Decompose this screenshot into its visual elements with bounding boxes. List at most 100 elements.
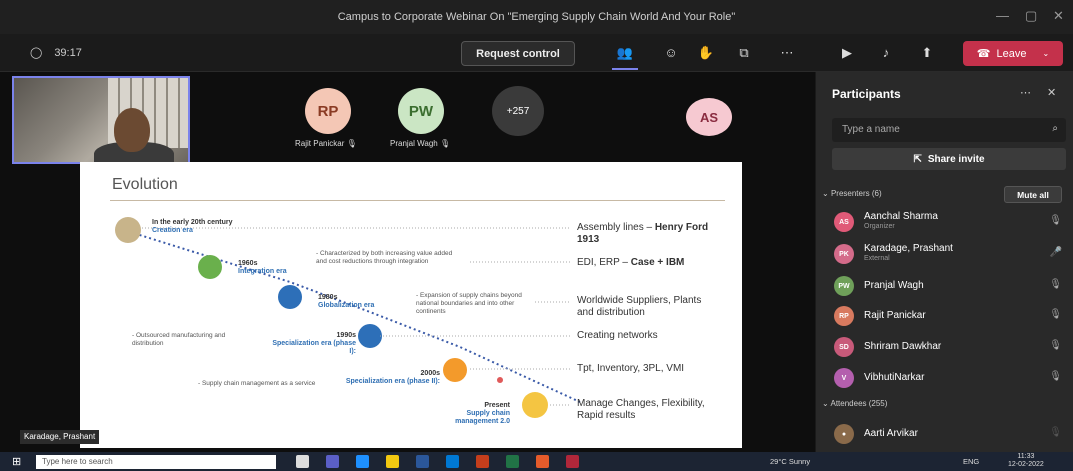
mic-off-icon[interactable]: 🎙 [1049, 279, 1062, 290]
meeting-stage: RP Rajit Panickar 🎙 PW Pranjal Wagh 🎙 +2… [0, 72, 815, 452]
era-globalization: 1980s Globalization era [318, 294, 375, 309]
mic-on-icon[interactable]: 🎤 [1050, 247, 1062, 258]
meeting-toolbar: ◯ 39:17 Request control 👥 ☺ ✋ ⧉ ⋯ ▶ ♪ ⬆ … [0, 34, 1073, 72]
milestone-assembly: Assembly lines – Henry Ford 1913 [577, 222, 709, 245]
milestone-worldwide: Worldwide Suppliers, Plants and distribu… [577, 295, 702, 318]
window-title: Campus to Corporate Webinar On "Emerging… [337, 11, 736, 23]
share-invite-button[interactable]: ⇱ Share invite [832, 148, 1066, 170]
shield-icon: ◯ [30, 47, 43, 59]
maximize-icon[interactable]: ▢ [1025, 8, 1037, 24]
chevron-down-icon[interactable]: ⌄ [1042, 49, 1049, 58]
participant-row[interactable]: SD Shriram Dawkhar 🎙 [830, 333, 1066, 361]
era-supply-chain-2: Present Supply chain management 2.0 [455, 402, 510, 425]
mic-off-icon[interactable]: 🎙 [1049, 427, 1062, 438]
leave-button[interactable]: ☎ Leave ⌄ [963, 41, 1063, 66]
era-specialization-1: 1990s Specialization era (phase I): [272, 332, 356, 355]
request-control-button[interactable]: Request control [461, 41, 575, 66]
edge-icon[interactable] [356, 455, 369, 468]
participant-row[interactable]: ● Aarti Arvikar 🎙 [830, 420, 1066, 448]
task-view-icon[interactable] [296, 455, 309, 468]
panel-title: Participants [832, 87, 901, 101]
language-indicator[interactable]: ENG [963, 457, 979, 466]
mic-off-icon[interactable]: 🎙 [1049, 309, 1062, 320]
avatar-as[interactable]: AS [686, 98, 732, 136]
era-specialization-2: 2000s Specialization era (phase II): [345, 370, 440, 385]
app-icon[interactable] [536, 455, 549, 468]
specialization-phase1-icon [358, 324, 382, 348]
title-bar: Campus to Corporate Webinar On "Emerging… [0, 0, 1073, 34]
avatar: V [834, 368, 854, 388]
desc-integration: - Characterized by both increasing value… [316, 250, 453, 265]
mute-all-button[interactable]: Mute all [1004, 186, 1062, 203]
supply-chain-2-icon [522, 392, 548, 418]
milestone-edi: EDI, ERP – Case + IBM [577, 257, 685, 268]
participant-row[interactable]: V VibhutiNarkar 🎙 [830, 364, 1066, 392]
overflow-participants[interactable]: +257 [492, 86, 544, 136]
rooms-icon[interactable]: ⧉ [735, 45, 753, 61]
avatar: AS [834, 212, 854, 232]
shared-slide: Evolution In the early 20th century Creat… [80, 162, 742, 448]
milestone-manage: Manage Changes, Flexibility, Rapid resul… [577, 398, 705, 421]
outlook-icon[interactable] [446, 455, 459, 468]
weather-text[interactable]: 29°C Sunny [770, 457, 810, 466]
close-icon[interactable]: ✕ [1047, 86, 1056, 99]
powerpoint-icon[interactable] [476, 455, 489, 468]
camera-off-icon[interactable]: ▶ [838, 45, 856, 61]
taskbar-search-input[interactable]: Type here to search [36, 455, 276, 469]
mic-off-icon[interactable]: ♪ [877, 45, 895, 61]
tile-name-rp: Rajit Panickar 🎙 [295, 139, 357, 148]
windows-taskbar: ⊞ Type here to search 29°C Sunny ENG 11:… [0, 452, 1073, 471]
teams-icon[interactable] [326, 455, 339, 468]
app-icon[interactable] [566, 455, 579, 468]
mic-off-icon[interactable]: 🎙 [1049, 215, 1062, 226]
word-icon[interactable] [416, 455, 429, 468]
search-input[interactable]: Type a name ⌕ [832, 118, 1066, 142]
avatar-rp[interactable]: RP [305, 88, 351, 134]
more-options-icon[interactable]: ⋯ [1020, 86, 1031, 99]
excel-icon[interactable] [506, 455, 519, 468]
progress-dot [497, 377, 503, 383]
milestone-tpt: Tpt, Inventory, 3PL, VMI [577, 363, 685, 374]
react-icon[interactable]: ✋ [697, 45, 715, 61]
mic-off-icon: 🎙 [439, 139, 451, 148]
file-explorer-icon[interactable] [386, 455, 399, 468]
camera-video-tile[interactable] [12, 76, 190, 164]
participant-row[interactable]: PK Karadage, Prashant External 🎤 [830, 240, 1066, 268]
chat-icon[interactable]: ☺ [662, 45, 680, 61]
tile-name-pw: Pranjal Wagh 🎙 [390, 139, 451, 148]
clock[interactable]: 11:33 12-02-2022 [1008, 453, 1044, 469]
presenters-header[interactable]: ⌄ Presenters (6) [822, 189, 882, 198]
milestone-networks: Creating networks [577, 330, 658, 341]
share-tray-icon[interactable]: ⬆ [918, 45, 936, 61]
participant-row[interactable]: RP Rajit Panickar 🎙 [830, 302, 1066, 330]
avatar: PW [834, 276, 854, 296]
mic-off-icon: 🎙 [346, 139, 357, 148]
search-icon: ⌕ [1052, 123, 1058, 134]
avatar: PK [834, 244, 854, 264]
camera-name-label: Karadage, Prashant [20, 430, 100, 444]
era-integration: 1960s Integration era [238, 260, 287, 275]
mic-off-icon[interactable]: 🎙 [1049, 371, 1062, 382]
integration-era-icon [198, 255, 222, 279]
participant-row[interactable]: PW Pranjal Wagh 🎙 [830, 272, 1066, 300]
desc-specialization-1: - Outsourced manufacturing and distribut… [132, 332, 226, 347]
avatar: RP [834, 306, 854, 326]
desc-specialization-2: - Supply chain management as a service [198, 380, 316, 387]
windows-start-icon[interactable]: ⊞ [12, 455, 21, 468]
more-options-icon[interactable]: ⋯ [778, 45, 796, 61]
avatar-pw[interactable]: PW [398, 88, 444, 134]
people-icon[interactable]: 👥 [616, 45, 634, 61]
desc-globalization: - Expansion of supply chains beyond nati… [416, 292, 522, 315]
globalization-era-icon [278, 285, 302, 309]
active-tab-indicator [612, 68, 638, 70]
share-icon: ⇱ [913, 153, 922, 165]
specialization-phase2-icon [443, 358, 467, 382]
close-icon[interactable]: ✕ [1053, 8, 1064, 24]
mic-off-icon[interactable]: 🎙 [1049, 340, 1062, 351]
era-creation: In the early 20th century Creation era [152, 219, 233, 234]
meeting-timer: ◯ 39:17 [30, 46, 82, 60]
participants-panel: Participants ⋯ ✕ Type a name ⌕ ⇱ Share i… [815, 72, 1073, 452]
participant-row[interactable]: AS Aanchal Sharma Organizer 🎙 [830, 208, 1066, 236]
attendees-header[interactable]: ⌄ Attendees (255) [822, 399, 887, 408]
minimize-icon[interactable]: — [996, 8, 1009, 23]
